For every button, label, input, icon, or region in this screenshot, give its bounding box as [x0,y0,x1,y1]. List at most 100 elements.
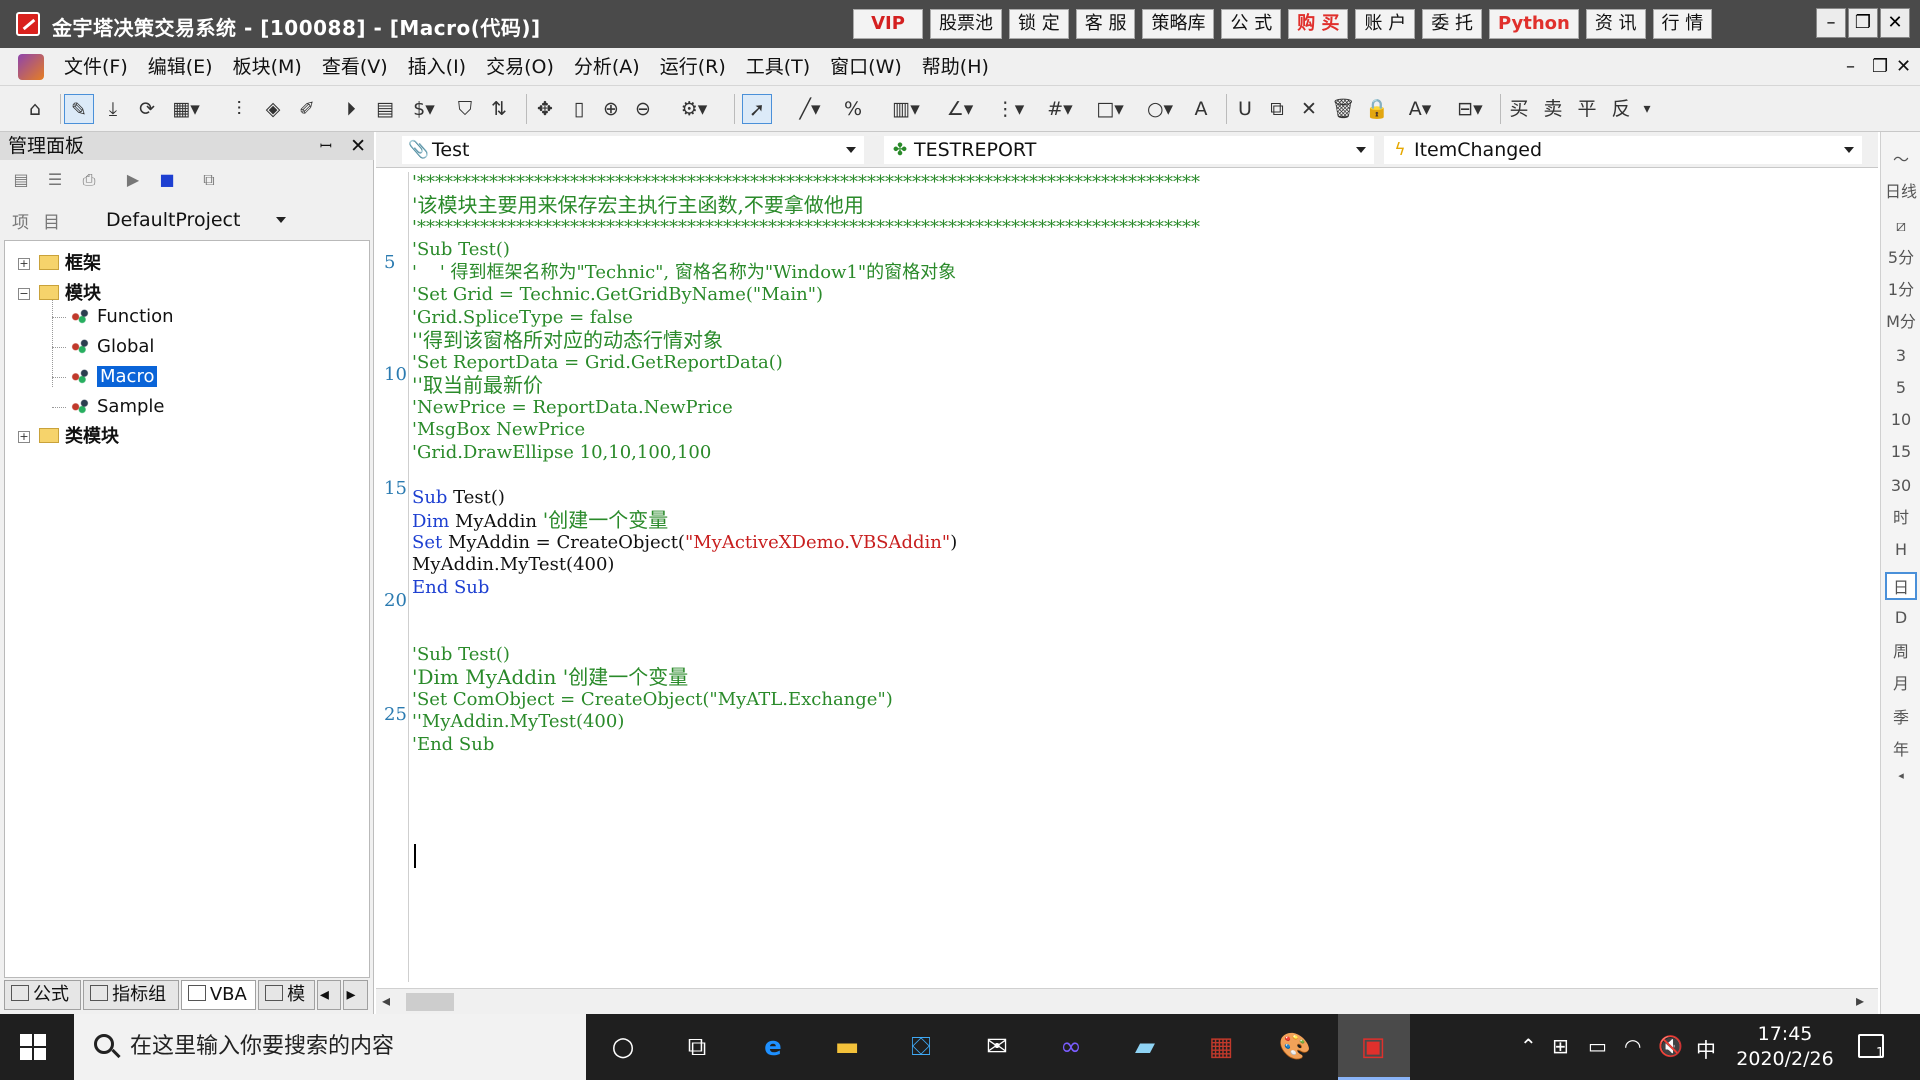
tree-expand-icon[interactable]: + [18,258,30,270]
menu-file[interactable]: 文件(F) [54,48,138,86]
edit-pen-icon[interactable]: ✎ [64,94,94,124]
period-item[interactable]: 3 [1885,342,1917,370]
period-item[interactable]: D [1885,604,1917,632]
trading-app-icon[interactable]: ▣ [1352,1026,1394,1068]
tab-vba[interactable]: VBA [180,980,257,1010]
period-item[interactable]: 月 [1885,670,1917,698]
tree-collapse-icon[interactable]: − [18,288,30,300]
service-button[interactable]: 客 服 [1075,9,1136,39]
play-circle-icon[interactable]: ⏵ [336,94,366,124]
menu-view[interactable]: 查看(V) [312,48,398,86]
period-chart-icon[interactable]: ⧄ [1885,212,1917,240]
mdi-close-button[interactable]: ✕ [1896,56,1911,77]
tab-scroll-left[interactable]: ◂ [316,980,342,1010]
period-item[interactable]: 年 [1885,736,1917,764]
system-clock[interactable]: 17:45 2020/2/26 [1730,1022,1840,1072]
period-item[interactable]: M分 [1885,308,1917,336]
zoom-in-icon[interactable]: ⊕ [596,94,626,124]
scroll-thumb[interactable] [406,993,454,1011]
period-item[interactable]: 5 [1885,374,1917,402]
bracket-icon[interactable]: ⋮▾ [990,94,1030,124]
period-item[interactable]: 5分 [1885,244,1917,272]
pencil-icon[interactable]: ✐ [292,94,322,124]
flat-icon[interactable]: 平 [1572,94,1602,124]
tree-item-frame[interactable]: 框架 [39,250,101,278]
tree-expand-icon[interactable]: + [18,431,30,443]
tray-network-app-icon[interactable]: ⊞ [1552,1034,1569,1058]
circle-icon[interactable]: ○▾ [1140,94,1180,124]
python-button[interactable]: Python [1488,9,1579,39]
tree-item-global[interactable]: Global [69,333,154,361]
document-icon[interactable]: ▤ [370,94,400,124]
store-icon[interactable]: ⛋ [900,1026,942,1068]
filter-icon[interactable]: ⛉ [450,94,480,124]
scroll-right-icon[interactable]: ▸ [1856,991,1864,1010]
period-intraday-icon[interactable]: 〜 [1885,146,1917,174]
buy-quick-button[interactable]: 购 买 [1288,9,1349,39]
period-item[interactable]: 15 [1885,438,1917,466]
reverse-icon[interactable]: 反 [1606,94,1636,124]
lock-icon[interactable]: 🔒 [1362,94,1392,124]
tree-item-sample[interactable]: Sample [69,393,165,421]
font-icon[interactable]: A▾ [1400,94,1440,124]
menu-edit[interactable]: 编辑(E) [138,48,223,86]
vip-button[interactable]: VIP [853,9,923,39]
stop-icon[interactable]: ■ [154,168,180,192]
tree-item-function[interactable]: Function [69,303,174,331]
module-select[interactable]: ✤ TESTREPORT [884,136,1374,164]
project-select[interactable]: DefaultProject [76,206,292,234]
tab-scroll-right[interactable]: ▸ [343,980,369,1010]
gear-icon[interactable]: ⚙▾ [672,94,716,124]
menu-sector[interactable]: 板块(M) [223,48,312,86]
mdi-restore-button[interactable]: ❐ [1872,56,1888,77]
object-select[interactable]: 📎 Test [402,136,864,164]
wifi-icon[interactable]: ◠ [1624,1034,1641,1058]
menu-help[interactable]: 帮助(H) [912,48,999,86]
home-icon[interactable]: ⌂ [20,94,50,124]
period-item[interactable]: 10 [1885,406,1917,434]
save-icon[interactable]: ⊟▾ [1450,94,1490,124]
view-module-icon[interactable]: ☰ [42,168,68,192]
tab-formula[interactable]: 公式 [4,980,82,1010]
mail-icon[interactable]: ✉ [976,1026,1018,1068]
horizontal-scrollbar[interactable]: ◂ ▸ [376,988,1878,1014]
news-button[interactable]: 资 讯 [1585,9,1646,39]
menu-window[interactable]: 窗口(W) [820,48,912,86]
tab-indicator-group[interactable]: 指标组 [83,980,179,1010]
ruler-icon[interactable]: ▯ [564,94,594,124]
zoom-out-icon[interactable]: ⊖ [628,94,658,124]
minimize-button[interactable]: – [1816,8,1846,38]
rect-icon[interactable]: □▾ [1090,94,1130,124]
tree-item-class-modules[interactable]: 类模块 [39,423,119,451]
menu-app-icon[interactable] [18,54,44,80]
account-button[interactable]: 账 户 [1355,9,1416,39]
stock-pool-button[interactable]: 股票池 [930,9,1002,39]
percent-icon[interactable]: % [838,94,868,124]
pin-icon[interactable]: ꟷ [320,132,332,160]
windows-start-icon[interactable] [20,1034,46,1060]
menu-tools[interactable]: 工具(T) [736,48,820,86]
period-item[interactable]: 日线 [1885,178,1917,206]
task-view-icon[interactable]: ⧉ [676,1026,718,1068]
magnet-icon[interactable]: U [1230,94,1260,124]
period-item[interactable]: H [1885,536,1917,564]
period-item[interactable]: 季 [1885,704,1917,732]
file-explorer-icon[interactable]: ▬ [826,1026,868,1068]
maximize-button[interactable]: ❐ [1848,8,1878,38]
grid-icon[interactable]: ▦▾ [166,94,206,124]
winrar-icon[interactable]: ▦ [1200,1026,1242,1068]
menu-analysis[interactable]: 分析(A) [564,48,650,86]
diamond-icon[interactable]: ◈ [258,94,288,124]
run-icon[interactable]: ▶ [120,168,146,192]
hash-icon[interactable]: #▾ [1040,94,1080,124]
toolbar-overflow-icon[interactable]: ▾ [1638,94,1656,124]
ime-indicator[interactable]: 中 [1696,1034,1716,1063]
period-item[interactable]: 时 [1885,504,1917,532]
dollar-icon[interactable]: $▾ [404,94,444,124]
menu-run[interactable]: 运行(R) [650,48,736,86]
move-icon[interactable]: ✥ [530,94,560,124]
trash-icon[interactable]: 🗑 [1328,94,1358,124]
download-icon[interactable]: ⤓ [98,94,128,124]
volume-muted-icon[interactable]: 🔇 [1658,1034,1683,1058]
edge-icon[interactable]: e [752,1026,794,1068]
